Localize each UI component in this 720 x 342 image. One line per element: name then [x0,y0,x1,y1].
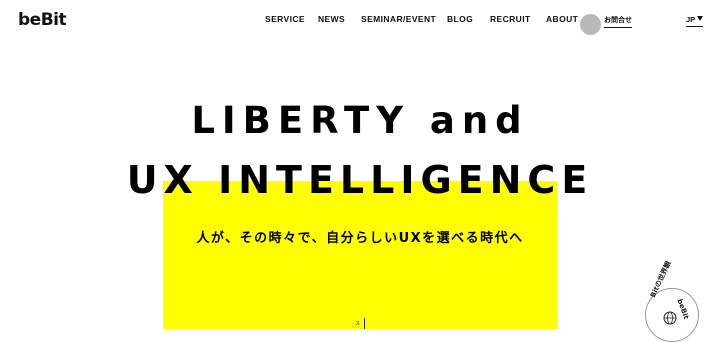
nav-item-about[interactable]: ABOUT [546,14,578,24]
hero-headline-line2: UX INTELLIGENCE [126,158,594,202]
site-logo[interactable]: beBit [18,10,67,30]
caret-down-icon [697,16,704,21]
hero-yellow-block [163,181,557,329]
nav-item-service[interactable]: SERVICE [265,14,305,24]
nav-item-seminar-event[interactable]: SEMINAR/EVENT [361,14,436,24]
hero-subheadline: 人が、その時々で、自分らしいUXを選べる時代へ [196,231,524,246]
nav-item-news[interactable]: NEWS [318,14,345,24]
scroll-indicator-label: ス [355,321,361,327]
language-label: JP [686,15,696,24]
language-selector[interactable]: JP [686,15,704,27]
hero-headline-line1: LIBERTY and [191,99,529,142]
nav-item-blog[interactable]: BLOG [447,14,473,24]
scroll-indicator-line [364,318,365,329]
contact-circle-icon[interactable] [580,14,601,35]
site-header: beBit SERVICE NEWS SEMINAR/EVENT BLOG RE… [0,0,720,40]
contact-link[interactable]: お問合せ [604,15,632,28]
globe-icon [663,311,677,325]
nav-item-recruit[interactable]: RECRUIT [490,14,531,24]
